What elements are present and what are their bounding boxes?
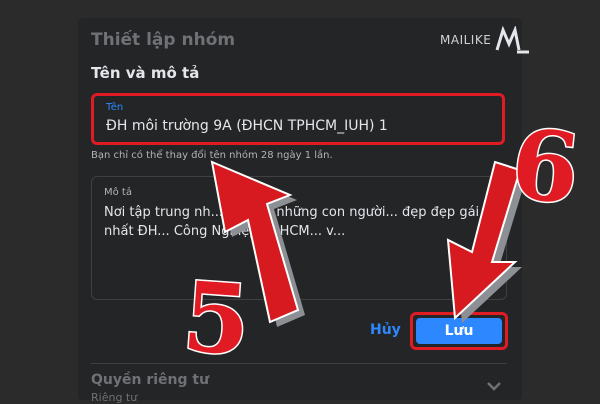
privacy-section-title[interactable]: Quyền riêng tư: [91, 372, 209, 388]
group-name-value[interactable]: ĐH môi trường 9A (ĐHCN TPHCM_IUH) 1: [106, 118, 388, 134]
step-6-label: 6: [505, 105, 586, 227]
chevron-down-icon[interactable]: [486, 380, 502, 392]
watermark-logo: MAILIKE: [440, 26, 531, 54]
privacy-section-subtitle: Riêng tư: [91, 391, 138, 404]
group-name-input[interactable]: Tên ĐH môi trường 9A (ĐHCN TPHCM_IUH) 1: [91, 93, 505, 145]
dialog-title: Thiết lập nhóm: [91, 30, 236, 50]
divider: [91, 363, 507, 364]
name-hint: Bạn chỉ có thể thay đổi tên nhóm 28 ngày…: [91, 150, 333, 161]
step-5-label: 5: [178, 258, 256, 378]
save-button[interactable]: Lưu: [416, 318, 502, 344]
cancel-button[interactable]: Hủy: [362, 318, 409, 342]
save-button-highlight: Lưu: [410, 312, 508, 350]
group-description-label: Mô tả: [104, 187, 132, 198]
group-description-input[interactable]: Mô tả Nơi tập trung nh... phần... những …: [91, 176, 507, 300]
group-name-label: Tên: [106, 102, 124, 113]
group-description-value[interactable]: Nơi tập trung nh... phần... những con ng…: [104, 203, 494, 241]
watermark-text: MAILIKE: [440, 33, 492, 47]
ml-logo-icon: [495, 26, 530, 54]
section-title: Tên và mô tả: [91, 64, 200, 82]
